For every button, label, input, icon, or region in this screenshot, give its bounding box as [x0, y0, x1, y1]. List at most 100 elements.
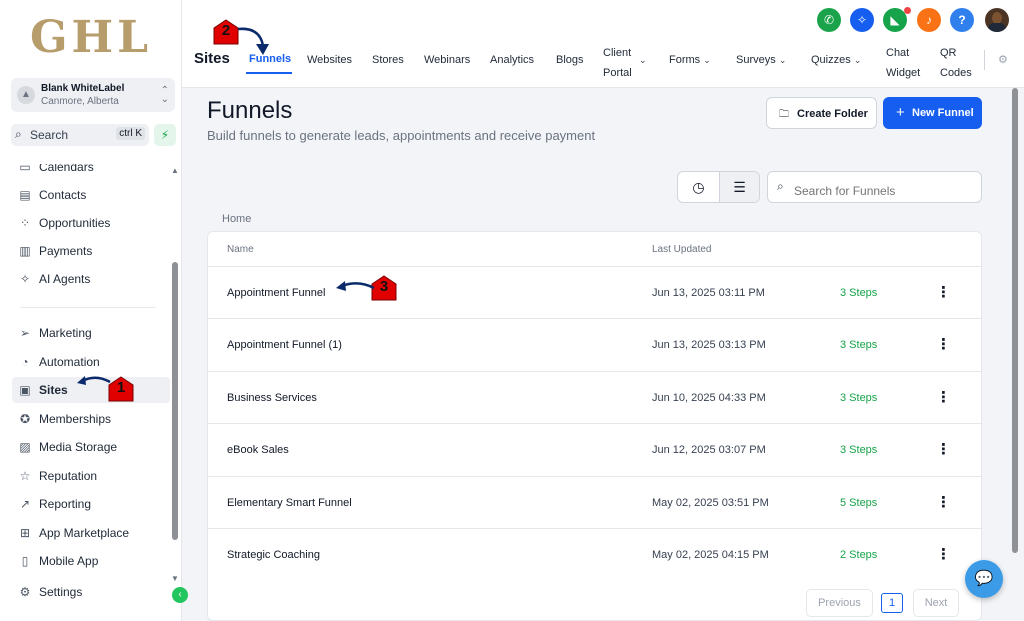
automation-icon: ◔	[21, 355, 29, 369]
bell-icon[interactable]: ♪	[917, 8, 941, 32]
tab-chat-widget-line2: Widget	[886, 67, 921, 79]
funnel-updated: Jun 13, 2025 03:13 PM	[652, 339, 766, 351]
table-row[interactable]: Business Services Jun 10, 2025 04:33 PM …	[208, 371, 981, 423]
gear-icon[interactable]: ⚙	[998, 53, 1008, 66]
funnel-name[interactable]: Strategic Coaching	[227, 549, 320, 561]
funnel-name[interactable]: Business Services	[227, 392, 317, 404]
funnel-steps: 3 Steps	[840, 444, 878, 456]
avatar-shirt	[988, 23, 1006, 32]
tab-blogs[interactable]: Blogs	[556, 54, 584, 66]
tab-quizzes[interactable]: Quizzes ⌄	[811, 54, 861, 66]
table-row[interactable]: eBook Sales Jun 12, 2025 03:07 PM 3 Step…	[208, 423, 981, 475]
plus-icon: +	[896, 104, 905, 121]
sidebar-search[interactable]: ⌕ Search ctrl K	[11, 124, 149, 146]
funnels-table: Name Last Updated Appointment Funnel Jun…	[207, 231, 982, 621]
kebab-menu-icon[interactable]: ⋮	[936, 335, 951, 353]
funnel-steps: 5 Steps	[840, 497, 878, 509]
kebab-menu-icon[interactable]: ⋮	[936, 440, 951, 458]
collapse-sidebar-icon[interactable]: ‹	[172, 587, 188, 603]
folder-plus-icon: 🗀	[779, 109, 789, 120]
sidebar-search-label: Search	[30, 128, 69, 142]
column-header-name: Name	[227, 244, 254, 255]
app-marketplace-icon: ⊞	[19, 526, 31, 540]
kebab-menu-icon[interactable]: ⋮	[936, 388, 951, 406]
table-row[interactable]: Appointment Funnel Jun 13, 2025 03:11 PM…	[208, 266, 981, 318]
sidebar-item-marketing[interactable]: ➢ Marketing	[12, 320, 170, 346]
sidebar-item-memberships[interactable]: ✪ Memberships	[12, 406, 170, 432]
opportunities-icon: ⁘	[19, 216, 31, 230]
table-row[interactable]: Appointment Funnel (1) Jun 13, 2025 03:1…	[208, 318, 981, 370]
view-toggle: ◷ ☰	[677, 171, 760, 203]
account-location: Canmore, Alberta	[41, 96, 119, 107]
funnel-updated: Jun 12, 2025 03:07 PM	[652, 444, 766, 456]
sidebar-scrollbar[interactable]	[172, 262, 178, 540]
avatar[interactable]	[985, 8, 1009, 32]
kebab-menu-icon[interactable]: ⋮	[936, 545, 951, 563]
tab-stores[interactable]: Stores	[372, 54, 404, 66]
sidebar-item-ai-agents[interactable]: ✧ AI Agents	[12, 266, 170, 292]
new-funnel-button[interactable]: + New Funnel	[883, 97, 982, 129]
sidebar: GHL ▲ Blank WhiteLabel Canmore, Alberta …	[0, 0, 188, 621]
logo: GHL	[29, 12, 153, 63]
magic-icon[interactable]: ✧	[850, 8, 874, 32]
sidebar-item-reputation[interactable]: ☆ Reputation	[12, 463, 170, 489]
create-folder-button[interactable]: 🗀 Create Folder	[766, 97, 877, 129]
previous-page-button[interactable]: Previous	[806, 589, 873, 617]
funnel-updated: Jun 10, 2025 04:33 PM	[652, 392, 766, 404]
search-icon: ⌕	[777, 179, 784, 193]
tab-surveys[interactable]: Surveys ⌄	[736, 54, 786, 66]
sidebar-item-reporting[interactable]: ↗ Reporting	[12, 491, 170, 517]
account-switcher[interactable]: ▲ Blank WhiteLabel Canmore, Alberta ⌃ ⌄	[11, 78, 175, 112]
kebab-menu-icon[interactable]: ⋮	[936, 283, 951, 301]
sidebar-item-calendars[interactable]: ▭ Calendars	[12, 164, 170, 180]
page-scrollbar[interactable]	[1012, 88, 1018, 553]
payments-icon: ▥	[19, 244, 31, 258]
funnel-updated: May 02, 2025 03:51 PM	[652, 497, 769, 509]
clock-icon[interactable]: ◷	[678, 172, 719, 202]
chevron-down-icon: ⌄	[778, 55, 787, 65]
client-portal-chevron-icon[interactable]: ⌄	[639, 54, 647, 66]
tab-analytics[interactable]: Analytics	[490, 54, 534, 66]
tab-forms[interactable]: Forms ⌄	[669, 54, 711, 66]
funnel-search-input[interactable]	[767, 171, 982, 203]
next-page-button[interactable]: Next	[913, 589, 959, 617]
table-row[interactable]: Strategic Coaching May 02, 2025 04:15 PM…	[208, 528, 981, 580]
sidebar-item-mobile-app[interactable]: ▯ Mobile App	[12, 548, 170, 574]
account-name: Blank WhiteLabel	[41, 83, 125, 94]
sidebar-item-settings[interactable]: ⚙ Settings	[12, 579, 170, 605]
scroll-down-icon[interactable]: ▼	[171, 574, 179, 583]
funnel-name[interactable]: Appointment Funnel	[227, 287, 325, 299]
sidebar-item-contacts[interactable]: ▤ Contacts	[12, 182, 170, 208]
chat-support-icon[interactable]: 💬	[965, 560, 1003, 598]
reporting-icon: ↗	[19, 497, 31, 511]
phone-icon[interactable]: ✆	[817, 8, 841, 32]
top-bar: Sites Funnels Websites Stores Webinars A…	[182, 0, 1024, 88]
funnel-name[interactable]: Appointment Funnel (1)	[227, 339, 342, 351]
list-view-icon[interactable]: ☰	[719, 172, 759, 202]
breadcrumb[interactable]: Home	[222, 213, 251, 225]
table-row[interactable]: Elementary Smart Funnel May 02, 2025 03:…	[208, 476, 981, 528]
tab-qr-codes[interactable]: QR Codes	[940, 43, 972, 83]
funnel-steps: 3 Steps	[840, 339, 878, 351]
annotation-arrow-1	[77, 376, 111, 385]
chevron-down-icon: ⌄	[853, 55, 862, 65]
tab-webinars[interactable]: Webinars	[424, 54, 470, 66]
help-icon[interactable]: ?	[950, 8, 974, 32]
sidebar-item-media-storage[interactable]: ▨ Media Storage	[12, 434, 170, 460]
funnel-name[interactable]: eBook Sales	[227, 444, 289, 456]
tab-client-portal[interactable]: Client Portal	[603, 43, 632, 83]
sidebar-item-opportunities[interactable]: ⁘ Opportunities	[12, 210, 170, 236]
annotation-arrow-2	[237, 27, 269, 55]
section-title: Sites	[194, 50, 230, 67]
kebab-menu-icon[interactable]: ⋮	[936, 493, 951, 511]
tab-quizzes-label: Quizzes	[811, 54, 851, 66]
sidebar-item-payments[interactable]: ▥ Payments	[12, 238, 170, 264]
funnel-name[interactable]: Elementary Smart Funnel	[227, 497, 352, 509]
sidebar-item-app-marketplace[interactable]: ⊞ App Marketplace	[12, 520, 170, 546]
quick-actions-icon[interactable]: ⚡	[154, 124, 176, 146]
tab-websites[interactable]: Websites	[307, 54, 352, 66]
tab-client-portal-line2: Portal	[603, 67, 632, 79]
page-number[interactable]: 1	[881, 593, 903, 613]
tab-chat-widget[interactable]: Chat Widget	[886, 43, 920, 83]
scroll-up-icon[interactable]: ▲	[171, 166, 179, 175]
